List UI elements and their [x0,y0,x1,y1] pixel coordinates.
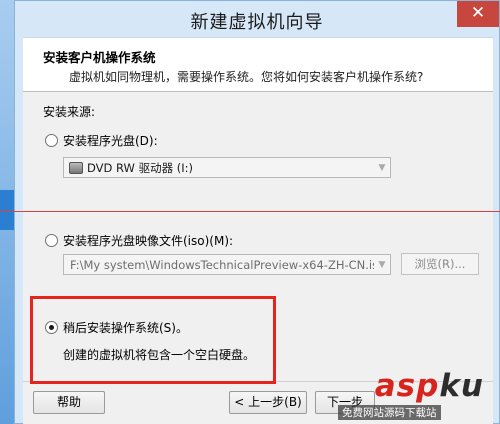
close-button[interactable]: ✕ [457,1,499,27]
dvd-drive-icon [69,161,83,174]
help-button[interactable]: 帮助 [33,391,105,414]
annotation-highlight-box [30,296,276,384]
watermark-brand-a: asp [374,368,440,404]
chevron-down-icon[interactable]: ▼ [374,260,390,270]
back-button[interactable]: < 上一步(B) [229,391,307,414]
radio-iso-image[interactable]: 安装程序光盘映像文件(iso)(M): [45,232,233,249]
radio-button[interactable] [45,134,58,147]
radio-label: 安装程序光盘映像文件(iso)(M): [63,234,234,248]
radio-installer-disc[interactable]: 安装程序光盘(D): [45,132,158,149]
drive-select[interactable]: DVD RW 驱动器 (I:) ▼ [63,157,391,178]
install-source-label: 安装来源: [43,105,96,119]
page-title: 安装客户机操作系统 [43,50,156,65]
window-title: 新建虚拟机向导 [190,12,324,33]
drive-select-value: DVD RW 驱动器 (I:) [87,160,193,175]
title-bar[interactable]: 新建虚拟机向导 ✕ [15,1,499,37]
close-icon: ✕ [470,3,486,23]
watermark-brand-b: ku [439,368,484,404]
annotation-line [0,211,500,212]
page-subtitle: 虚拟机如同物理机，需要操作系统。您将如何安装客户机操作系统? [69,70,424,84]
browse-button[interactable]: 浏览(R)... [401,253,479,275]
iso-path-select[interactable]: F:\My system\WindowsTechnicalPreview-x64… [63,254,391,275]
wizard-header: 安装客户机操作系统 虚拟机如同物理机，需要操作系统。您将如何安装客户机操作系统? [23,37,493,91]
watermark-brand: aspku [375,368,484,404]
chevron-down-icon[interactable]: ▼ [374,163,390,173]
radio-button[interactable] [45,234,58,247]
radio-label: 安装程序光盘(D): [63,134,158,148]
iso-path-value: F:\My system\WindowsTechnicalPreview-x64… [70,257,374,272]
watermark-tagline: 免费网站源码下载站 [338,405,441,420]
watermark-logo: aspku 免费网站源码下载站 [328,368,498,420]
